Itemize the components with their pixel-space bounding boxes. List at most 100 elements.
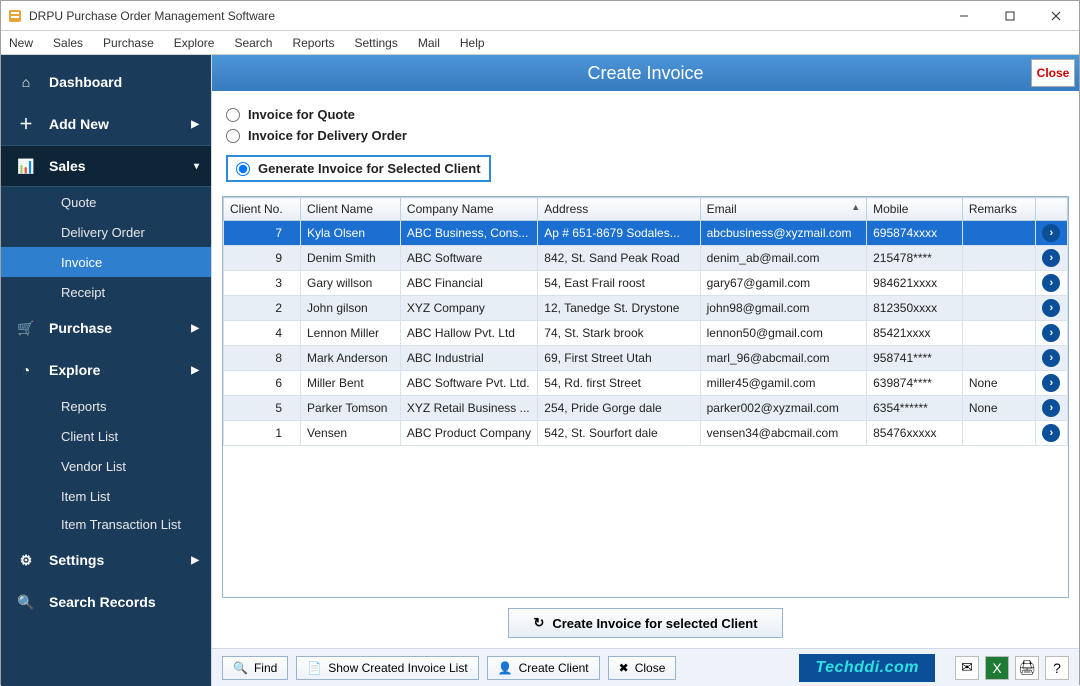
table-row[interactable]: 2John gilsonXYZ Company12, Tanedge St. D…: [224, 296, 1068, 321]
radio-invoice-quote[interactable]: Invoice for Quote: [226, 107, 1065, 122]
cell-action: ›: [1035, 346, 1067, 371]
row-go-icon[interactable]: ›: [1042, 274, 1060, 292]
sidebar-sub-item-list[interactable]: Item List: [1, 481, 211, 511]
cell-action: ›: [1035, 396, 1067, 421]
sidebar-sub-reports[interactable]: Reports: [1, 391, 211, 421]
client-table-wrap: Client No. Client Name Company Name Addr…: [222, 196, 1069, 598]
client-table: Client No. Client Name Company Name Addr…: [223, 197, 1068, 446]
cell-email: denim_ab@mail.com: [700, 246, 867, 271]
row-go-icon[interactable]: ›: [1042, 224, 1060, 242]
col-address[interactable]: Address: [538, 198, 700, 221]
cell-client-no: 3: [224, 271, 301, 296]
col-mobile[interactable]: Mobile: [867, 198, 963, 221]
sidebar-sub-vendor-list[interactable]: Vendor List: [1, 451, 211, 481]
cell-mobile: 639874****: [867, 371, 963, 396]
table-row[interactable]: 1VensenABC Product Company542, St. Sourf…: [224, 421, 1068, 446]
toolbar-close-button[interactable]: ✖Close: [608, 656, 677, 680]
sidebar-item-purchase[interactable]: 🛒 Purchase ▶: [1, 307, 211, 349]
create-invoice-button[interactable]: ↻ Create Invoice for selected Client: [508, 608, 782, 638]
col-remarks[interactable]: Remarks: [962, 198, 1035, 221]
table-row[interactable]: 9Denim SmithABC Software842, St. Sand Pe…: [224, 246, 1068, 271]
cell-address: Ap # 651-8679 Sodales...: [538, 221, 700, 246]
col-action[interactable]: [1035, 198, 1067, 221]
mail-icon[interactable]: ✉: [955, 656, 979, 680]
window-maximize-button[interactable]: [987, 1, 1033, 30]
menu-settings[interactable]: Settings: [355, 36, 398, 50]
sidebar-sub-delivery-order[interactable]: Delivery Order: [1, 217, 211, 247]
find-button[interactable]: 🔍Find: [222, 656, 288, 680]
radio-input[interactable]: [226, 108, 240, 122]
menu-explore[interactable]: Explore: [174, 36, 215, 50]
menu-help[interactable]: Help: [460, 36, 485, 50]
cell-company: ABC Software Pvt. Ltd.: [400, 371, 537, 396]
col-company[interactable]: Company Name: [400, 198, 537, 221]
chevron-right-icon: ▶: [191, 365, 199, 376]
sidebar-sub-invoice[interactable]: Invoice: [1, 247, 211, 277]
menu-sales[interactable]: Sales: [53, 36, 83, 50]
sidebar-sub-client-list[interactable]: Client List: [1, 421, 211, 451]
col-email[interactable]: Email▲: [700, 198, 867, 221]
table-row[interactable]: 7Kyla OlsenABC Business, Cons...Ap # 651…: [224, 221, 1068, 246]
show-invoice-list-button[interactable]: 📄Show Created Invoice List: [296, 656, 478, 680]
cell-client-no: 6: [224, 371, 301, 396]
radio-input[interactable]: [236, 162, 250, 176]
radio-input[interactable]: [226, 129, 240, 143]
sidebar-item-explore[interactable]: ◔ Explore ▶: [1, 349, 211, 391]
brand-label: Techddi.com: [799, 654, 935, 682]
row-go-icon[interactable]: ›: [1042, 299, 1060, 317]
col-client-no[interactable]: Client No.: [224, 198, 301, 221]
window-title: DRPU Purchase Order Management Software: [29, 9, 941, 23]
window-close-button[interactable]: [1033, 1, 1079, 30]
table-row[interactable]: 4Lennon MillerABC Hallow Pvt. Ltd74, St.…: [224, 321, 1068, 346]
cell-mobile: 958741****: [867, 346, 963, 371]
window-minimize-button[interactable]: [941, 1, 987, 30]
sidebar-sub-receipt[interactable]: Receipt: [1, 277, 211, 307]
menu-mail[interactable]: Mail: [418, 36, 440, 50]
help-icon[interactable]: ?: [1045, 656, 1069, 680]
row-go-icon[interactable]: ›: [1042, 374, 1060, 392]
row-go-icon[interactable]: ›: [1042, 424, 1060, 442]
pie-icon: ◔: [17, 362, 35, 378]
sidebar-item-sales[interactable]: 📊 Sales ▾: [1, 145, 211, 187]
app-icon: [7, 8, 23, 24]
excel-icon[interactable]: X: [985, 656, 1009, 680]
sidebar-item-dashboard[interactable]: ⌂ Dashboard: [1, 61, 211, 103]
sidebar-label: Dashboard: [49, 74, 122, 90]
cell-address: 54, East Frail roost: [538, 271, 700, 296]
cell-company: ABC Hallow Pvt. Ltd: [400, 321, 537, 346]
sidebar-sub-item-transaction-list[interactable]: Item Transaction List: [1, 511, 211, 539]
menu-new[interactable]: New: [9, 36, 33, 50]
chevron-down-icon: ▾: [194, 161, 199, 172]
sidebar-item-add-new[interactable]: ＋ Add New ▶: [1, 103, 211, 145]
menu-search[interactable]: Search: [234, 36, 272, 50]
cell-client-no: 5: [224, 396, 301, 421]
panel-close-button[interactable]: Close: [1031, 59, 1075, 87]
table-row[interactable]: 3Gary willsonABC Financial54, East Frail…: [224, 271, 1068, 296]
row-go-icon[interactable]: ›: [1042, 249, 1060, 267]
row-go-icon[interactable]: ›: [1042, 349, 1060, 367]
col-client-name[interactable]: Client Name: [301, 198, 401, 221]
table-row[interactable]: 5Parker TomsonXYZ Retail Business ...254…: [224, 396, 1068, 421]
radio-invoice-client[interactable]: Generate Invoice for Selected Client: [226, 155, 491, 182]
row-go-icon[interactable]: ›: [1042, 324, 1060, 342]
sidebar-item-settings[interactable]: ⚙ Settings ▶: [1, 539, 211, 581]
sidebar-sub-quote[interactable]: Quote: [1, 187, 211, 217]
list-icon: 📄: [307, 661, 322, 675]
menu-reports[interactable]: Reports: [292, 36, 334, 50]
cell-client-name: Gary willson: [301, 271, 401, 296]
menu-purchase[interactable]: Purchase: [103, 36, 154, 50]
sidebar-item-search-records[interactable]: 🔍 Search Records: [1, 581, 211, 623]
table-row[interactable]: 8Mark AndersonABC Industrial69, First St…: [224, 346, 1068, 371]
cell-action: ›: [1035, 296, 1067, 321]
row-go-icon[interactable]: ›: [1042, 399, 1060, 417]
radio-invoice-delivery[interactable]: Invoice for Delivery Order: [226, 128, 1065, 143]
cell-client-no: 7: [224, 221, 301, 246]
table-row[interactable]: 6Miller BentABC Software Pvt. Ltd.54, Rd…: [224, 371, 1068, 396]
button-label: Create Client: [519, 661, 589, 675]
cell-mobile: 812350xxxx: [867, 296, 963, 321]
print-icon[interactable]: 🖨: [1015, 656, 1039, 680]
cell-remarks: [962, 296, 1035, 321]
cell-action: ›: [1035, 371, 1067, 396]
create-client-button[interactable]: 👤Create Client: [487, 656, 600, 680]
cell-client-name: Miller Bent: [301, 371, 401, 396]
